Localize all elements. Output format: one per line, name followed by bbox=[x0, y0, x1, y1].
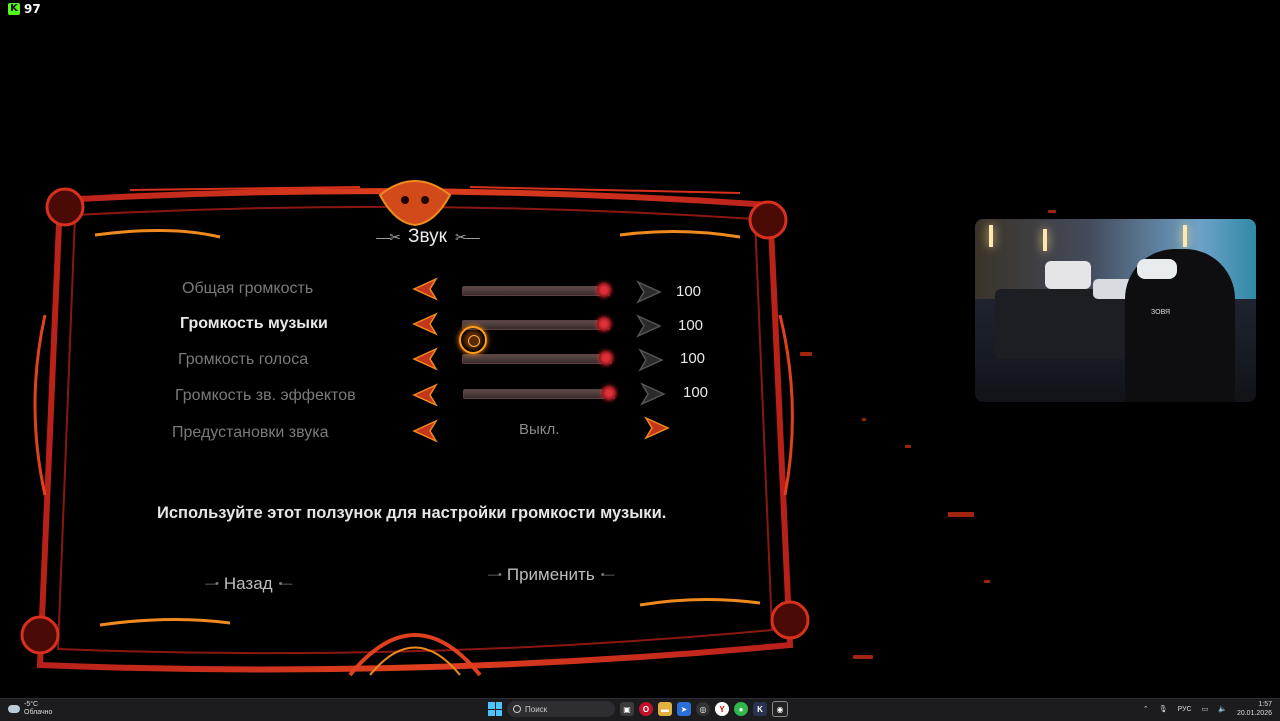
arrow-left-icon[interactable] bbox=[410, 311, 444, 337]
arrow-right-icon[interactable] bbox=[638, 415, 672, 441]
slider-fill bbox=[463, 287, 609, 295]
volume-icon[interactable]: 🔈 bbox=[1218, 705, 1227, 713]
arrow-right-icon[interactable] bbox=[630, 279, 664, 305]
row-label: Громкость голоса bbox=[178, 351, 309, 368]
row-value: 100 bbox=[678, 317, 704, 334]
volume-slider[interactable] bbox=[462, 351, 613, 365]
slider-fill bbox=[464, 390, 614, 398]
webcam-name-tag: ЗОВЯ bbox=[1151, 309, 1171, 316]
arrow-left-icon[interactable] bbox=[410, 346, 444, 372]
taskbar-clock[interactable]: 1:57 20.01.2026 bbox=[1237, 700, 1272, 718]
volume-slider[interactable] bbox=[462, 283, 611, 297]
title-deco-right: ✂— bbox=[454, 228, 480, 245]
weather-widget[interactable]: -5°C Облачно bbox=[8, 701, 52, 717]
ember-particle bbox=[853, 655, 873, 659]
game-screen: K 97 —✂ Звук ✂— Общая громкость 100 Гром… bbox=[0, 0, 1280, 698]
apply-button-label: Применить bbox=[506, 565, 595, 584]
ember-particle bbox=[800, 352, 812, 356]
ember-particle bbox=[905, 445, 911, 448]
windows-taskbar: -5°C Облачно Поиск ▣ O ▬ ➤ ◎ Y ● K ◉ ⌃ 🎙… bbox=[0, 698, 1280, 721]
webcam-bed bbox=[995, 289, 1145, 359]
system-tray: ⌃ 🎙 РУС ▭ 🔈 1:57 20.01.2026 bbox=[1143, 700, 1272, 718]
cloud-icon bbox=[8, 705, 20, 713]
app-green-icon[interactable]: ● bbox=[734, 702, 748, 716]
game-cursor-icon bbox=[459, 326, 487, 354]
ember-particle bbox=[862, 418, 866, 421]
slider-knob[interactable] bbox=[599, 351, 613, 365]
volume-slider[interactable] bbox=[462, 317, 611, 331]
arrow-right-icon[interactable] bbox=[632, 347, 666, 373]
back-button[interactable]: —• Назад •— bbox=[205, 574, 293, 594]
hint-text: Используйте этот ползунок для настройки … bbox=[157, 504, 667, 522]
wall-lamp bbox=[1183, 225, 1187, 247]
button-deco-right: •— bbox=[600, 569, 615, 581]
row-label: Предустановки звука bbox=[172, 424, 329, 441]
arrow-left-icon[interactable] bbox=[410, 418, 444, 444]
file-explorer-icon[interactable]: ▬ bbox=[658, 702, 672, 716]
language-indicator[interactable]: РУС bbox=[1178, 706, 1192, 713]
mic-icon[interactable]: 🎙 bbox=[1159, 705, 1168, 713]
title-deco-left: —✂ bbox=[376, 228, 401, 245]
back-button-label: Назад bbox=[223, 574, 273, 593]
slider-knob[interactable] bbox=[602, 386, 616, 400]
search-placeholder: Поиск bbox=[525, 704, 548, 714]
slider-fill bbox=[463, 355, 611, 363]
windows-start-icon[interactable] bbox=[488, 702, 502, 716]
task-view-icon[interactable]: ▣ bbox=[620, 702, 634, 716]
clock-time: 1:57 bbox=[1258, 701, 1272, 708]
viewer-count: 97 bbox=[24, 2, 41, 16]
arrow-left-icon[interactable] bbox=[410, 276, 444, 302]
row-label: Общая громкость bbox=[182, 280, 314, 297]
chevron-up-icon[interactable]: ⌃ bbox=[1143, 705, 1149, 713]
volume-slider[interactable] bbox=[463, 386, 616, 400]
button-deco-left: —• bbox=[488, 569, 502, 581]
ember-particle bbox=[984, 580, 990, 583]
webcam-overlay: ЗОВЯ bbox=[975, 219, 1256, 402]
arrow-right-icon[interactable] bbox=[630, 313, 664, 339]
vr-headset bbox=[1137, 259, 1177, 279]
clock-date: 20.01.2026 bbox=[1236, 710, 1272, 717]
steam-icon[interactable]: ◎ bbox=[696, 702, 710, 716]
apply-button[interactable]: —• Применить •— bbox=[488, 565, 615, 585]
weather-desc: Облачно bbox=[24, 709, 53, 716]
opera-icon[interactable]: O bbox=[639, 702, 653, 716]
weather-temp: -5°C bbox=[24, 701, 39, 708]
yandex-browser-icon[interactable]: Y bbox=[715, 702, 729, 716]
search-icon bbox=[513, 705, 521, 713]
weather-text: -5°C Облачно bbox=[24, 701, 52, 717]
slider-knob[interactable] bbox=[597, 283, 611, 297]
arrow-left-icon[interactable] bbox=[410, 382, 444, 408]
arrow-right-icon[interactable] bbox=[634, 381, 668, 407]
kick-app-icon[interactable]: K bbox=[753, 702, 767, 716]
slider-fill bbox=[463, 321, 609, 329]
row-label: Громкость зв. эффектов bbox=[175, 387, 356, 404]
row-value: 100 bbox=[683, 384, 709, 401]
network-icon[interactable]: ▭ bbox=[1202, 705, 1209, 713]
row-value: 100 bbox=[680, 350, 706, 367]
taskbar-search[interactable]: Поиск bbox=[507, 701, 615, 717]
ember-particle bbox=[1048, 210, 1056, 213]
menu-title-text: Звук bbox=[408, 226, 447, 247]
telegram-icon[interactable]: ➤ bbox=[677, 702, 691, 716]
taskbar-center: Поиск ▣ O ▬ ➤ ◎ Y ● K ◉ bbox=[488, 701, 788, 717]
row-label: Громкость музыки bbox=[180, 315, 328, 332]
kick-logo-icon: K bbox=[8, 3, 20, 15]
wall-lamp bbox=[1043, 229, 1047, 251]
menu-title: —✂ Звук ✂— bbox=[365, 226, 490, 248]
kick-viewer-badge: K 97 bbox=[8, 2, 41, 16]
button-deco-right: •— bbox=[278, 578, 293, 590]
webcam-pillow bbox=[1045, 261, 1091, 289]
preset-value: Выкл. bbox=[519, 421, 560, 438]
wall-lamp bbox=[989, 225, 993, 247]
row-value: 100 bbox=[676, 283, 702, 300]
button-deco-left: —• bbox=[205, 578, 219, 590]
ember-particle bbox=[948, 512, 974, 517]
obs-icon[interactable]: ◉ bbox=[772, 701, 788, 717]
slider-knob[interactable] bbox=[597, 317, 611, 331]
